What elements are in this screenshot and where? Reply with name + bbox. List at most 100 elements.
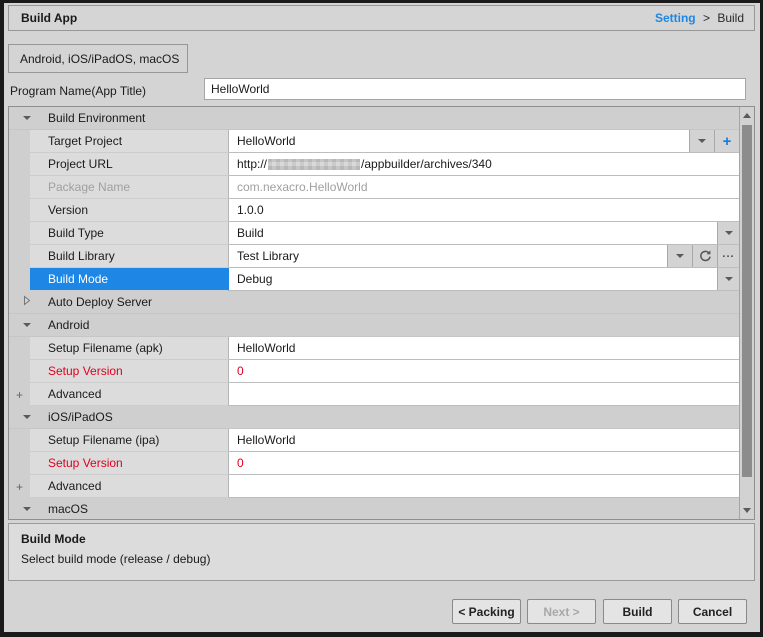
property-row-setup-filename-ipa[interactable]: Setup Filename (ipa) HelloWorld [9, 429, 739, 452]
row-gutter: + [9, 383, 30, 406]
row-gutter: + [9, 475, 30, 498]
property-row-build-library[interactable]: Build Library Test Library... [9, 245, 739, 268]
property-row-setup-version[interactable]: Setup Version 0 [9, 360, 739, 383]
ellipsis-icon: ... [722, 248, 734, 264]
collapse-icon[interactable] [23, 507, 31, 511]
dropdown-button[interactable] [717, 222, 739, 244]
property-label: Target Project [30, 130, 229, 153]
property-value-text: HelloWorld [237, 341, 295, 355]
property-label: Version [30, 199, 229, 222]
program-name-input[interactable] [204, 78, 746, 100]
row-gutter [9, 153, 30, 176]
collapse-icon[interactable] [23, 415, 31, 419]
property-value-area: HelloWorld [229, 337, 739, 360]
collapse-icon[interactable] [23, 323, 31, 327]
row-gutter [9, 222, 30, 245]
property-value[interactable] [229, 383, 739, 405]
property-value-area: Build [229, 222, 739, 245]
scroll-down-button[interactable] [740, 503, 754, 518]
section-row-build-environment[interactable]: Build Environment [9, 107, 739, 130]
property-row-version[interactable]: Version 1.0.0 [9, 199, 739, 222]
row-gutter [9, 199, 30, 222]
property-label-text: Setup Version [48, 364, 123, 378]
property-value[interactable]: 0 [229, 452, 739, 474]
property-value[interactable]: HelloWorld [229, 130, 689, 152]
property-value[interactable]: Debug [229, 268, 717, 290]
property-row-setup-filename-apk[interactable]: Setup Filename (apk)HelloWorld [9, 337, 739, 360]
property-value-area: 0 [229, 452, 739, 475]
row-gutter [9, 130, 30, 153]
property-row-project-url[interactable]: Project URL http:///appbuilder/archives/3… [9, 153, 739, 176]
property-value[interactable]: 0 [229, 360, 739, 382]
property-value[interactable]: com.nexacro.HelloWorld [229, 176, 739, 198]
dropdown-button[interactable] [689, 130, 714, 152]
section-row-ios-ipados[interactable]: iOS/iPadOS [9, 406, 739, 429]
section-row-macos[interactable]: macOS [9, 498, 739, 520]
property-value[interactable]: HelloWorld [229, 337, 739, 359]
expand-icon[interactable] [23, 295, 31, 309]
property-value-area: HelloWorld [229, 429, 739, 452]
property-row-advanced[interactable]: +Advanced [9, 383, 739, 406]
row-gutter [9, 268, 30, 291]
property-value-text: Test Library [237, 249, 299, 263]
property-value-text: Debug [237, 272, 272, 286]
arrow-up-icon [743, 113, 751, 118]
property-value[interactable]: HelloWorld [229, 429, 739, 451]
property-value[interactable] [229, 475, 739, 497]
property-grid: Build EnvironmentTarget ProjectHelloWorl… [8, 106, 755, 520]
property-row-setup-version[interactable]: Setup Version0 [9, 452, 739, 475]
property-value[interactable]: Build [229, 222, 717, 244]
dialog-titlebar: Build App Setting > Build [8, 5, 755, 31]
breadcrumb-setting-link[interactable]: Setting [655, 11, 696, 25]
property-row-target-project[interactable]: Target ProjectHelloWorld + [9, 130, 739, 153]
section-label: Build Environment [48, 111, 145, 125]
property-value-text: HelloWorld [237, 433, 295, 447]
refresh-button[interactable] [692, 245, 717, 267]
property-value-area [229, 475, 739, 498]
property-label: Project URL [30, 153, 229, 176]
dropdown-button[interactable] [667, 245, 692, 267]
dropdown-button[interactable] [717, 268, 739, 290]
property-row-package-name[interactable]: Package Namecom.nexacro.HelloWorld [9, 176, 739, 199]
property-row-build-mode[interactable]: Build Mode Debug [9, 268, 739, 291]
build-button[interactable]: Build [603, 599, 672, 624]
more-button[interactable]: ... [717, 245, 739, 267]
section-label: Android [48, 318, 89, 332]
scroll-up-button[interactable] [740, 108, 754, 123]
next-button[interactable]: Next > [527, 599, 596, 624]
property-row-advanced[interactable]: +Advanced [9, 475, 739, 498]
row-gutter [9, 337, 30, 360]
property-value-area: HelloWorld + [229, 130, 739, 153]
packing-button[interactable]: < Packing [452, 599, 521, 624]
property-label-text: Project URL [48, 157, 113, 171]
property-label-text: Version [48, 203, 88, 217]
cancel-button[interactable]: Cancel [678, 599, 747, 624]
chevron-down-icon [698, 139, 706, 143]
tab-android-ios-macos[interactable]: Android, iOS/iPadOS, macOS [8, 44, 188, 73]
property-label: Package Name [30, 176, 229, 199]
property-value-area: com.nexacro.HelloWorld [229, 176, 739, 199]
expand-plus-icon[interactable]: + [16, 481, 23, 493]
property-value[interactable]: http:///appbuilder/archives/340 [229, 153, 739, 175]
scrollbar-thumb[interactable] [742, 125, 752, 477]
section-label: Auto Deploy Server [48, 295, 152, 309]
vertical-scrollbar[interactable] [739, 107, 754, 519]
section-row-auto-deploy-server[interactable]: Auto Deploy Server [9, 291, 739, 314]
collapse-icon[interactable] [23, 116, 31, 120]
property-label: Build Library [30, 245, 229, 268]
property-row-build-type[interactable]: Build TypeBuild [9, 222, 739, 245]
property-value-text: 1.0.0 [237, 203, 264, 217]
property-label: Setup Version [30, 452, 229, 475]
section-label: macOS [48, 502, 88, 516]
property-label-text: Setup Filename (ipa) [48, 433, 159, 447]
property-value[interactable]: 1.0.0 [229, 199, 739, 221]
property-value[interactable]: Test Library [229, 245, 667, 267]
property-value-area: Debug [229, 268, 739, 291]
property-grid-rows: Build EnvironmentTarget ProjectHelloWorl… [9, 107, 739, 519]
property-label: Setup Filename (ipa) [30, 429, 229, 452]
property-label: Build Mode [30, 268, 229, 291]
add-button[interactable]: + [714, 130, 739, 152]
section-row-android[interactable]: Android [9, 314, 739, 337]
expand-plus-icon[interactable]: + [16, 389, 23, 401]
breadcrumb-separator: > [703, 11, 710, 25]
